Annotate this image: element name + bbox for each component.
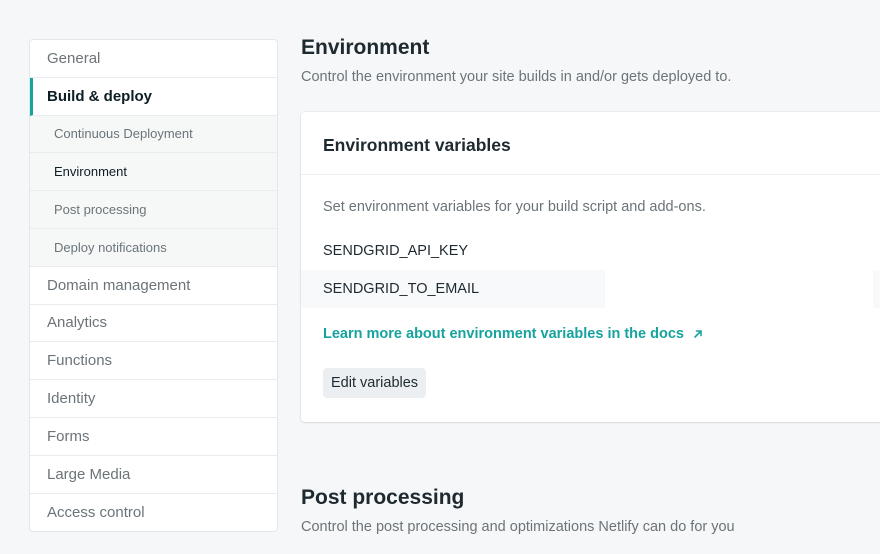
- sidebar-item-build-deploy[interactable]: Build & deploy: [30, 78, 277, 116]
- environment-section-description: Control the environment your site builds…: [301, 69, 731, 85]
- sidebar-item-forms[interactable]: Forms: [30, 418, 277, 456]
- sidebar-subitem-deploy-notifications[interactable]: Deploy notifications: [30, 229, 277, 267]
- sidebar-item-analytics[interactable]: Analytics: [30, 305, 277, 343]
- sidebar-item-identity[interactable]: Identity: [30, 380, 277, 418]
- sidebar-item-domain-management[interactable]: Domain management: [30, 267, 277, 305]
- settings-sidebar: General Build & deploy Continuous Deploy…: [29, 39, 278, 532]
- post-processing-section-description: Control the post processing and optimiza…: [301, 519, 735, 535]
- card-header: Environment variables: [301, 116, 880, 175]
- sidebar-item-functions[interactable]: Functions: [30, 342, 277, 380]
- env-variable-row: SENDGRID_TO_EMAIL: [301, 270, 605, 308]
- sidebar-subitem-environment[interactable]: Environment: [30, 153, 277, 191]
- arrow-up-right-icon: [692, 328, 704, 340]
- environment-variables-card: Environment variables Set environment va…: [301, 112, 880, 422]
- environment-section-title: Environment: [301, 36, 429, 60]
- card-description: Set environment variables for your build…: [323, 199, 706, 215]
- env-docs-link-label: Learn more about environment variables i…: [323, 326, 684, 342]
- edit-variables-button[interactable]: Edit variables: [323, 368, 426, 398]
- env-variable-row: SENDGRID_API_KEY: [301, 232, 605, 270]
- env-variable-key: SENDGRID_API_KEY: [323, 243, 468, 259]
- env-docs-link[interactable]: Learn more about environment variables i…: [323, 326, 704, 342]
- card-title: Environment variables: [323, 135, 511, 156]
- sidebar-subitem-post-processing[interactable]: Post processing: [30, 191, 277, 229]
- sidebar-item-general[interactable]: General: [30, 40, 277, 78]
- sidebar-item-large-media[interactable]: Large Media: [30, 456, 277, 494]
- sidebar-item-access-control[interactable]: Access control: [30, 494, 277, 532]
- env-variable-key: SENDGRID_TO_EMAIL: [323, 281, 479, 297]
- env-variable-row-value-cell: [873, 270, 880, 308]
- sidebar-subitem-continuous-deployment[interactable]: Continuous Deployment: [30, 116, 277, 154]
- post-processing-section-title: Post processing: [301, 486, 464, 510]
